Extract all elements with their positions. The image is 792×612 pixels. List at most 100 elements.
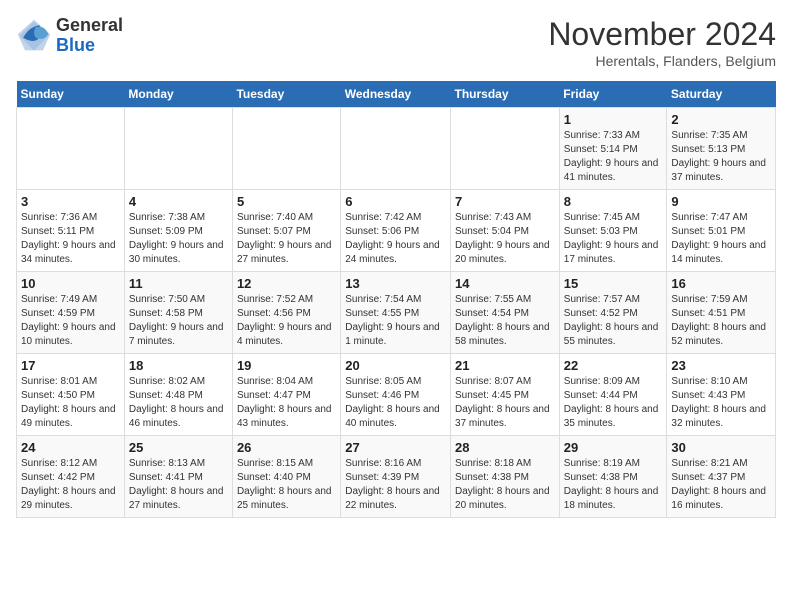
- day-info: Sunrise: 8:07 AM Sunset: 4:45 PM Dayligh…: [455, 375, 555, 431]
- day-cell: 15 Sunrise: 7:57 AM Sunset: 4:52 PM Dayli…: [559, 272, 667, 354]
- calendar-table: SundayMondayTuesdayWednesdayThursdayFrid…: [16, 81, 776, 518]
- day-cell: 25 Sunrise: 8:13 AM Sunset: 4:41 PM Dayli…: [124, 436, 232, 518]
- day-number: 1: [564, 112, 663, 127]
- day-info: Sunrise: 7:47 AM Sunset: 5:01 PM Dayligh…: [671, 211, 771, 267]
- weekday-header-tuesday: Tuesday: [232, 81, 340, 108]
- day-info: Sunrise: 8:04 AM Sunset: 4:47 PM Dayligh…: [237, 375, 336, 431]
- day-number: 9: [671, 194, 771, 209]
- logo-icon: [16, 18, 52, 54]
- day-cell: 16 Sunrise: 7:59 AM Sunset: 4:51 PM Dayli…: [667, 272, 776, 354]
- day-cell: 27Sunrise: 8:16 AM Sunset: 4:39 PM Dayli…: [341, 436, 451, 518]
- day-cell: 29 Sunrise: 8:19 AM Sunset: 4:38 PM Dayli…: [559, 436, 667, 518]
- day-number: 25: [129, 440, 228, 455]
- day-number: 29: [564, 440, 663, 455]
- day-number: 26: [237, 440, 336, 455]
- day-number: 8: [564, 194, 663, 209]
- day-number: 14: [455, 276, 555, 291]
- weekday-header-friday: Friday: [559, 81, 667, 108]
- day-cell: 5 Sunrise: 7:40 AM Sunset: 5:07 PM Daylig…: [232, 190, 340, 272]
- day-number: 30: [671, 440, 771, 455]
- weekday-header-saturday: Saturday: [667, 81, 776, 108]
- day-cell: 14 Sunrise: 7:55 AM Sunset: 4:54 PM Dayli…: [451, 272, 560, 354]
- location: Herentals, Flanders, Belgium: [548, 53, 776, 69]
- day-number: 12: [237, 276, 336, 291]
- day-cell: 12 Sunrise: 7:52 AM Sunset: 4:56 PM Dayli…: [232, 272, 340, 354]
- week-row-5: 24 Sunrise: 8:12 AM Sunset: 4:42 PM Dayli…: [17, 436, 776, 518]
- day-info: Sunrise: 7:35 AM Sunset: 5:13 PM Dayligh…: [671, 129, 771, 185]
- day-info: Sunrise: 8:09 AM Sunset: 4:44 PM Dayligh…: [564, 375, 663, 431]
- day-number: 4: [129, 194, 228, 209]
- day-cell: 23 Sunrise: 8:10 AM Sunset: 4:43 PM Dayli…: [667, 354, 776, 436]
- week-row-3: 10Sunrise: 7:49 AM Sunset: 4:59 PM Dayli…: [17, 272, 776, 354]
- day-info: Sunrise: 8:05 AM Sunset: 4:46 PM Dayligh…: [345, 375, 446, 431]
- day-info: Sunrise: 8:01 AM Sunset: 4:50 PM Dayligh…: [21, 375, 120, 431]
- day-info: Sunrise: 8:10 AM Sunset: 4:43 PM Dayligh…: [671, 375, 771, 431]
- week-row-4: 17 Sunrise: 8:01 AM Sunset: 4:50 PM Dayli…: [17, 354, 776, 436]
- day-number: 15: [564, 276, 663, 291]
- day-number: 13: [345, 276, 446, 291]
- week-row-2: 3 Sunrise: 7:36 AM Sunset: 5:11 PM Daylig…: [17, 190, 776, 272]
- day-info: Sunrise: 8:19 AM Sunset: 4:38 PM Dayligh…: [564, 457, 663, 513]
- day-info: Sunrise: 8:21 AM Sunset: 4:37 PM Dayligh…: [671, 457, 771, 513]
- day-info: Sunrise: 7:55 AM Sunset: 4:54 PM Dayligh…: [455, 293, 555, 349]
- day-info: Sunrise: 7:38 AM Sunset: 5:09 PM Dayligh…: [129, 211, 228, 267]
- day-info: Sunrise: 7:59 AM Sunset: 4:51 PM Dayligh…: [671, 293, 771, 349]
- day-number: 11: [129, 276, 228, 291]
- day-cell: [17, 108, 125, 190]
- day-number: 18: [129, 358, 228, 373]
- day-cell: 30 Sunrise: 8:21 AM Sunset: 4:37 PM Dayli…: [667, 436, 776, 518]
- day-cell: 18Sunrise: 8:02 AM Sunset: 4:48 PM Dayli…: [124, 354, 232, 436]
- day-number: 7: [455, 194, 555, 209]
- logo-text: General Blue: [56, 16, 123, 56]
- day-cell: 4 Sunrise: 7:38 AM Sunset: 5:09 PM Daylig…: [124, 190, 232, 272]
- day-cell: 17 Sunrise: 8:01 AM Sunset: 4:50 PM Dayli…: [17, 354, 125, 436]
- day-cell: 11 Sunrise: 7:50 AM Sunset: 4:58 PM Dayli…: [124, 272, 232, 354]
- title-block: November 2024 Herentals, Flanders, Belgi…: [548, 16, 776, 69]
- day-cell: 8 Sunrise: 7:45 AM Sunset: 5:03 PM Daylig…: [559, 190, 667, 272]
- day-cell: 22 Sunrise: 8:09 AM Sunset: 4:44 PM Dayli…: [559, 354, 667, 436]
- day-number: 17: [21, 358, 120, 373]
- logo: General Blue: [16, 16, 123, 56]
- day-number: 24: [21, 440, 120, 455]
- day-number: 27: [345, 440, 446, 455]
- day-info: Sunrise: 7:52 AM Sunset: 4:56 PM Dayligh…: [237, 293, 336, 349]
- page-header: General Blue November 2024 Herentals, Fl…: [16, 16, 776, 69]
- day-info: Sunrise: 7:45 AM Sunset: 5:03 PM Dayligh…: [564, 211, 663, 267]
- day-cell: 2Sunrise: 7:35 AM Sunset: 5:13 PM Daylig…: [667, 108, 776, 190]
- week-row-1: 1 Sunrise: 7:33 AM Sunset: 5:14 PM Daylig…: [17, 108, 776, 190]
- day-cell: 3 Sunrise: 7:36 AM Sunset: 5:11 PM Daylig…: [17, 190, 125, 272]
- day-info: Sunrise: 8:18 AM Sunset: 4:38 PM Dayligh…: [455, 457, 555, 513]
- day-info: Sunrise: 7:42 AM Sunset: 5:06 PM Dayligh…: [345, 211, 446, 267]
- day-info: Sunrise: 7:36 AM Sunset: 5:11 PM Dayligh…: [21, 211, 120, 267]
- day-cell: 13 Sunrise: 7:54 AM Sunset: 4:55 PM Dayli…: [341, 272, 451, 354]
- month-title: November 2024: [548, 16, 776, 53]
- day-info: Sunrise: 7:54 AM Sunset: 4:55 PM Dayligh…: [345, 293, 446, 349]
- day-cell: [341, 108, 451, 190]
- day-info: Sunrise: 7:40 AM Sunset: 5:07 PM Dayligh…: [237, 211, 336, 267]
- day-cell: [451, 108, 560, 190]
- day-cell: [124, 108, 232, 190]
- day-cell: 6Sunrise: 7:42 AM Sunset: 5:06 PM Daylig…: [341, 190, 451, 272]
- day-info: Sunrise: 7:33 AM Sunset: 5:14 PM Dayligh…: [564, 129, 663, 185]
- day-info: Sunrise: 7:49 AM Sunset: 4:59 PM Dayligh…: [21, 293, 120, 349]
- day-info: Sunrise: 7:57 AM Sunset: 4:52 PM Dayligh…: [564, 293, 663, 349]
- day-number: 5: [237, 194, 336, 209]
- day-cell: 19 Sunrise: 8:04 AM Sunset: 4:47 PM Dayli…: [232, 354, 340, 436]
- day-number: 23: [671, 358, 771, 373]
- day-number: 3: [21, 194, 120, 209]
- day-info: Sunrise: 8:12 AM Sunset: 4:42 PM Dayligh…: [21, 457, 120, 513]
- day-info: Sunrise: 8:15 AM Sunset: 4:40 PM Dayligh…: [237, 457, 336, 513]
- day-cell: 21Sunrise: 8:07 AM Sunset: 4:45 PM Dayli…: [451, 354, 560, 436]
- day-cell: 20Sunrise: 8:05 AM Sunset: 4:46 PM Dayli…: [341, 354, 451, 436]
- weekday-header-sunday: Sunday: [17, 81, 125, 108]
- weekday-header-wednesday: Wednesday: [341, 81, 451, 108]
- day-info: Sunrise: 8:13 AM Sunset: 4:41 PM Dayligh…: [129, 457, 228, 513]
- day-number: 19: [237, 358, 336, 373]
- day-info: Sunrise: 7:50 AM Sunset: 4:58 PM Dayligh…: [129, 293, 228, 349]
- day-cell: 10Sunrise: 7:49 AM Sunset: 4:59 PM Dayli…: [17, 272, 125, 354]
- day-cell: 9 Sunrise: 7:47 AM Sunset: 5:01 PM Daylig…: [667, 190, 776, 272]
- day-number: 16: [671, 276, 771, 291]
- weekday-header-row: SundayMondayTuesdayWednesdayThursdayFrid…: [17, 81, 776, 108]
- day-info: Sunrise: 7:43 AM Sunset: 5:04 PM Dayligh…: [455, 211, 555, 267]
- day-number: 22: [564, 358, 663, 373]
